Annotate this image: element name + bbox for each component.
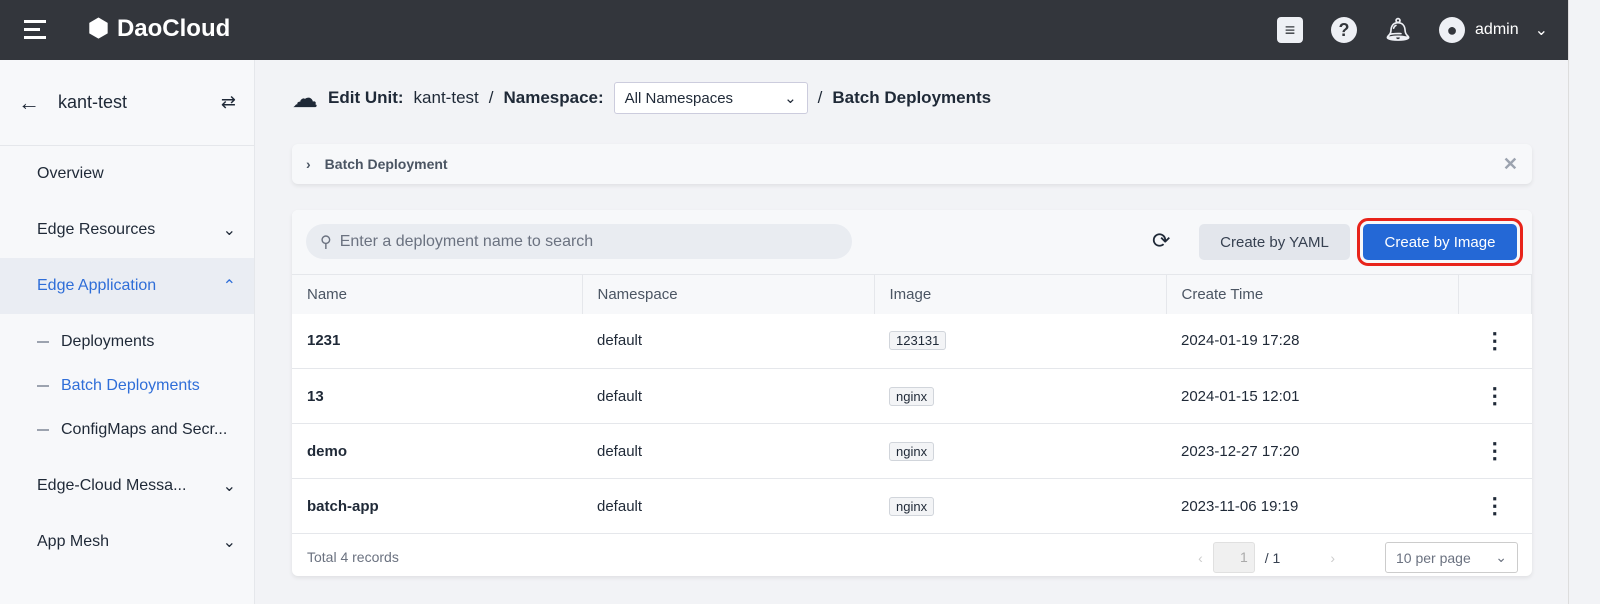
search-icon: ⚲ xyxy=(320,233,332,251)
sidebar-item-label: App Mesh xyxy=(37,533,110,550)
namespace-cell: default xyxy=(582,368,874,424)
separator: / xyxy=(488,88,494,107)
namespace-select[interactable]: All Namespaces ⌄ xyxy=(613,82,808,114)
page-input[interactable]: 1 xyxy=(1212,542,1255,573)
sidebar-item-label: Edge-Cloud Messa... xyxy=(37,477,187,494)
daocloud-logo-icon: ⬢ xyxy=(88,15,109,42)
sidebar-item-edge-resources[interactable]: Edge Resources ⌄ xyxy=(0,202,254,258)
sidebar-item-edge-application[interactable]: Edge Application ⌃ xyxy=(0,258,254,314)
sidebar-item-label: Edge Application xyxy=(37,277,157,294)
image-tag: 123131 xyxy=(889,331,947,351)
page-title: Batch Deployments xyxy=(832,88,992,107)
banner-title: Batch Deployment xyxy=(324,156,448,172)
sidebar-item-label: Overview xyxy=(37,165,104,182)
sidebar-item-app-mesh[interactable]: App Mesh ⌄ xyxy=(0,514,254,570)
chevron-down-icon: ⌄ xyxy=(222,478,236,495)
more-actions-icon[interactable]: ⋮ xyxy=(1458,423,1532,479)
scrollbar[interactable] xyxy=(1568,0,1600,604)
deployment-name[interactable]: demo xyxy=(307,443,347,460)
separator: / xyxy=(817,88,823,107)
sidebar-item-edge-cloud-messages[interactable]: Edge-Cloud Messa... ⌄ xyxy=(0,458,254,514)
image-tag: nginx xyxy=(889,496,935,516)
table-row: demo default nginx 2023-12-27 17:20 ⋮ xyxy=(292,423,1532,479)
chevron-right-icon[interactable]: › xyxy=(306,156,311,172)
column-header-namespace: Namespace xyxy=(582,274,875,314)
search-input[interactable]: ⚲ Enter a deployment name to search xyxy=(306,224,852,259)
create-time-cell: 2024-01-15 12:01 xyxy=(1166,368,1458,424)
chevron-down-icon: ⌄ xyxy=(222,222,236,239)
prev-page-icon[interactable]: ‹ xyxy=(1198,550,1203,566)
search-placeholder: Enter a deployment name to search xyxy=(339,232,594,250)
page-count: / 1 xyxy=(1264,549,1281,566)
column-header-create-time[interactable]: Create Time xyxy=(1166,274,1459,314)
deployment-name[interactable]: 13 xyxy=(307,388,324,405)
close-icon[interactable]: ✕ xyxy=(1503,154,1518,175)
column-header-actions xyxy=(1458,274,1532,314)
deployments-table: Name Namespace Image Create Time 1231 defaul… xyxy=(292,274,1532,534)
help-icon[interactable]: ? xyxy=(1331,17,1358,43)
deployment-name[interactable]: 1231 xyxy=(307,332,340,349)
table-row: batch-app default nginx 2023-11-06 19:19 ⋮ xyxy=(292,478,1532,534)
more-actions-icon[interactable]: ⋮ xyxy=(1458,313,1532,369)
table-footer: Total 4 records ‹ 1 / 1 › 10 per page ⌄ xyxy=(292,534,1532,580)
breadcrumb: ☁ Edit Unit: kant-test / Namespace: All … xyxy=(292,82,991,114)
table-row: 13 default nginx 2024-01-15 12:01 ⋮ xyxy=(292,368,1532,424)
logo[interactable]: ⬢ DaoCloud xyxy=(88,14,230,43)
chevron-down-icon: ⌄ xyxy=(1495,549,1507,565)
more-actions-icon[interactable]: ⋮ xyxy=(1458,368,1532,424)
namespace-label: Namespace: xyxy=(503,88,604,107)
sidebar-item-label: ConfigMaps and Secr... xyxy=(61,421,228,438)
user-name[interactable]: admin xyxy=(1475,21,1519,39)
sidebar: ← kant-test ⇄ Overview Edge Resources ⌄ Edg… xyxy=(0,60,255,604)
menu-icon[interactable] xyxy=(24,20,46,44)
sidebar-item-overview[interactable]: Overview xyxy=(0,146,254,202)
message-icon[interactable]: ≡ xyxy=(1277,17,1304,43)
info-banner[interactable]: › Batch Deployment ✕ xyxy=(292,144,1532,184)
create-by-yaml-button[interactable]: Create by YAML xyxy=(1199,224,1350,260)
table-row: 1231 default 123131 2024-01-19 17:28 ⋮ xyxy=(292,313,1532,369)
chevron-up-icon: ⌃ xyxy=(222,278,236,295)
column-header-image: Image xyxy=(874,274,1167,314)
sidebar-subitem-configmaps[interactable]: ConfigMaps and Secr... xyxy=(0,408,254,452)
namespace-cell: default xyxy=(582,313,874,369)
more-actions-icon[interactable]: ⋮ xyxy=(1458,478,1532,534)
create-time-cell: 2024-01-19 17:28 xyxy=(1166,313,1458,369)
back-arrow-icon[interactable]: ← xyxy=(18,90,40,116)
unit-name: kant-test xyxy=(413,88,479,107)
deployment-name[interactable]: batch-app xyxy=(307,498,379,515)
sidebar-item-label: Deployments xyxy=(61,333,155,350)
namespace-value: All Namespaces xyxy=(624,89,734,107)
edit-unit-label: Edit Unit: xyxy=(328,88,404,107)
column-header-name[interactable]: Name xyxy=(292,274,583,314)
bell-icon[interactable]: 🔔︎ xyxy=(1384,17,1412,43)
image-tag: nginx xyxy=(889,386,935,406)
next-page-icon[interactable]: › xyxy=(1330,550,1335,566)
sidebar-subitem-deployments[interactable]: Deployments xyxy=(0,320,254,364)
chevron-down-icon: ⌄ xyxy=(784,90,797,107)
deployments-card: ⚲ Enter a deployment name to search ⟳ Cre… xyxy=(292,210,1532,576)
image-tag: nginx xyxy=(889,441,935,461)
avatar[interactable]: ● xyxy=(1439,17,1466,43)
sidebar-item-label: Batch Deployments xyxy=(61,377,200,394)
refresh-icon[interactable]: ⟳ xyxy=(1152,228,1170,254)
top-bar: ⬢ DaoCloud ≡ ? 🔔︎ ● admin ⌄ xyxy=(0,0,1568,60)
create-time-cell: 2023-11-06 19:19 xyxy=(1166,478,1458,534)
switch-icon[interactable]: ⇄ xyxy=(221,92,236,113)
create-by-image-button[interactable]: Create by Image xyxy=(1357,218,1523,266)
namespace-cell: default xyxy=(582,423,874,479)
per-page-select[interactable]: 10 per page ⌄ xyxy=(1385,542,1518,573)
chevron-down-icon: ⌄ xyxy=(222,534,236,551)
sidebar-item-label: Edge Resources xyxy=(37,221,156,238)
sidebar-subitem-batch-deployments[interactable]: Batch Deployments xyxy=(0,364,254,408)
total-records: Total 4 records xyxy=(307,549,399,565)
namespace-cell: default xyxy=(582,478,874,534)
create-time-cell: 2023-12-27 17:20 xyxy=(1166,423,1458,479)
edge-unit-icon: ☁ xyxy=(292,82,318,113)
unit-name: kant-test xyxy=(58,92,128,112)
per-page-value: 10 per page xyxy=(1396,549,1471,566)
brand-name: DaoCloud xyxy=(116,14,231,42)
pagination: ‹ 1 / 1 › 10 per page ⌄ xyxy=(1198,542,1518,573)
chevron-down-icon[interactable]: ⌄ xyxy=(1535,20,1548,40)
